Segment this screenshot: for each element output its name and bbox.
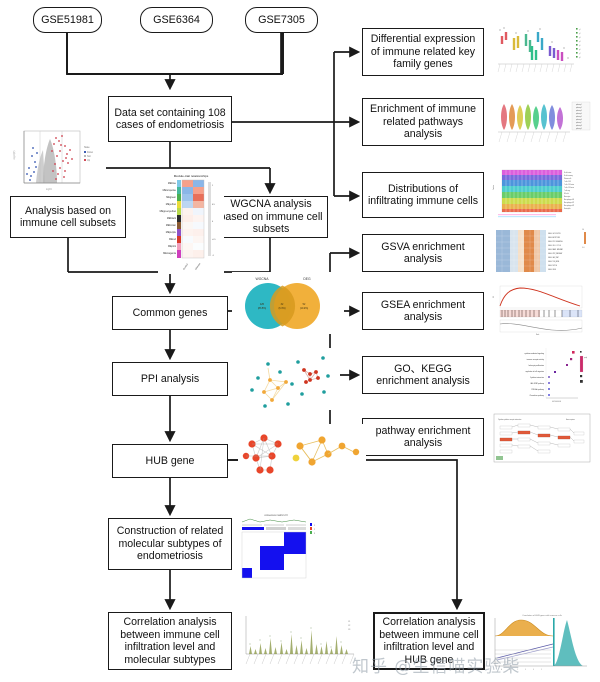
svg-text:MEgreen: MEgreen xyxy=(166,196,176,199)
svg-text:C2: C2 xyxy=(348,625,350,627)
svg-text:Correlation of HUB gene with i: Correlation of HUB gene with immune cell… xyxy=(522,614,562,617)
svg-text:consensus matrix k=3: consensus matrix k=3 xyxy=(264,514,288,517)
node-correlation-hub-gene[interactable]: Correlation analysis between immune cell… xyxy=(373,612,485,670)
svg-text:C1: C1 xyxy=(348,621,350,623)
svg-text:logFC: logFC xyxy=(46,189,52,191)
svg-text:KEGG_GLYCOLYSIS: KEGG_GLYCOLYSIS xyxy=(548,233,561,235)
svg-text:F: F xyxy=(541,669,542,671)
node-common-genes[interactable]: Common genes xyxy=(112,296,228,330)
svg-text:MEgreenyellow: MEgreenyellow xyxy=(160,210,177,213)
svg-text:g7: g7 xyxy=(579,53,581,55)
svg-text:KEGG_NOTCH: KEGG_NOTCH xyxy=(548,265,557,267)
node-analysis-go-kegg[interactable]: GO、KEGG enrichment analysis xyxy=(362,356,484,394)
node-analysis-enrichment-pathways[interactable]: Enrichment of immune related pathways an… xyxy=(362,98,484,146)
svg-text:Down: Down xyxy=(87,151,94,154)
svg-text:B cells naive: B cells naive xyxy=(564,172,572,174)
svg-text:1.0: 1.0 xyxy=(582,229,584,231)
svg-text:Module-trait relationships: Module-trait relationships xyxy=(174,174,209,178)
svg-text:Macrophages M2: Macrophages M2 xyxy=(564,205,574,207)
svg-text:0.02 0.04 0.06: 0.02 0.04 0.06 xyxy=(552,401,561,403)
node-analysis-pathway[interactable]: pathway enrichment analysis xyxy=(362,418,484,456)
svg-text:Homo sapiens: Homo sapiens xyxy=(566,419,575,421)
svg-text:(6.3%): (6.3%) xyxy=(278,307,285,310)
dataset-node-gse51981[interactable]: GSE51981 xyxy=(33,7,102,33)
gsea-thumb: ES Rank xyxy=(492,284,592,336)
svg-text:Macrophages M0: Macrophages M0 xyxy=(564,199,574,201)
node-analysis-dge-family[interactable]: Differential expression of immune relate… xyxy=(362,28,484,76)
svg-text:B cells memory: B cells memory xyxy=(564,175,573,177)
svg-text:MEturquoise: MEturquoise xyxy=(163,189,177,192)
svg-text:(83.5%): (83.5%) xyxy=(258,307,267,310)
stackbar-thumb: B cells naive B cells memory Plasma cells… xyxy=(492,164,592,222)
svg-text:g4: g4 xyxy=(579,41,581,43)
heatmap-thumb: KEGG_GLYCOLYSIS KEGG_APOPTOSIS KEGG_P53_S… xyxy=(492,226,592,276)
node-hub-gene[interactable]: HUB gene xyxy=(112,444,228,478)
svg-text:MEmagenta: MEmagenta xyxy=(163,252,177,255)
svg-text:B: B xyxy=(509,669,510,671)
svg-text:KEGG_VEGF: KEGG_VEGF xyxy=(548,269,556,271)
svg-text:E: E xyxy=(533,669,534,671)
svg-text:State: State xyxy=(84,146,90,149)
svg-text:-log10(P): -log10(P) xyxy=(14,150,16,160)
node-molecular-subtypes[interactable]: Construction of related molecular subtyp… xyxy=(108,518,232,570)
venn-left-label: WGCNA xyxy=(256,277,270,281)
correlation-density-thumb: Correlation of HUB gene with immune cell… xyxy=(487,610,597,672)
node-correlation-subtypes[interactable]: Correlation analysis between immune cell… xyxy=(108,612,232,670)
svg-text:MEred: MEred xyxy=(169,238,177,241)
venn-diagram-thumb: WGCNA DEG 425 (83.5%) 32 (6.3%) 52 (10.2%) xyxy=(232,272,344,334)
svg-text:-1.0: -1.0 xyxy=(582,247,585,249)
svg-text:425: 425 xyxy=(260,303,265,306)
volcano-plot-thumb: logFC -log10(P) State Down Not Up xyxy=(10,126,106,196)
svg-text:Macrophages M1: Macrophages M1 xyxy=(564,202,574,204)
svg-text:MEyellow: MEyellow xyxy=(166,203,177,206)
node-analysis-gsva[interactable]: GSVA enrichment analysis xyxy=(362,234,484,272)
node-dataset-box[interactable]: Data set containing 108 cases of endomet… xyxy=(108,96,232,142)
svg-text:Not: Not xyxy=(87,155,91,158)
svg-text:g8: g8 xyxy=(579,57,581,59)
svg-text:T cells CD4 mem: T cells CD4 mem xyxy=(564,187,574,189)
flowchart-canvas: GSE51981 GSE6364 GSE7305 Data set contai… xyxy=(0,0,600,682)
svg-text:g6: g6 xyxy=(579,49,581,51)
venn-right-label: DEG xyxy=(303,277,311,281)
dataset-node-gse6364[interactable]: GSE6364 xyxy=(140,7,213,33)
node-immune-subset-analysis[interactable]: Analysis based on immune cell subsets xyxy=(10,196,126,238)
svg-text:NK cells: NK cells xyxy=(564,193,569,195)
node-ppi-analysis[interactable]: PPI analysis xyxy=(112,362,228,396)
immune-boxplot-thumb: C1 C2 C3 xyxy=(236,612,360,670)
svg-text:MEpurple: MEpurple xyxy=(166,231,177,234)
svg-text:C3: C3 xyxy=(348,629,350,631)
module-trait-heatmap-thumb: Module-trait relationships MEblue MEturqu… xyxy=(158,170,224,274)
svg-text:T cells CD4 naive: T cells CD4 naive xyxy=(564,184,574,186)
violin-thumb: pathway 1 pathway 2 pathway 3 pathway 4 pa… xyxy=(492,96,592,150)
dataset-node-gse7305[interactable]: GSE7305 xyxy=(245,7,318,33)
ppi-network-thumb xyxy=(240,348,340,410)
node-analysis-immune-distribution[interactable]: Distributions of infiltrating immune cel… xyxy=(362,172,484,218)
svg-text:Rank: Rank xyxy=(536,334,540,336)
pathwaymap-thumb: Cytokine-cytokine receptor interaction H… xyxy=(492,412,592,464)
boxplot-thumb: g1 g2 g3 g4 g5 g6 g7 g8 xyxy=(492,20,592,78)
dotplot-thumb: cytokine-mediated signaling immune recep… xyxy=(492,346,592,404)
hub-network-thumb xyxy=(238,424,366,482)
svg-text:g1: g1 xyxy=(579,29,581,31)
svg-text:(10.2%): (10.2%) xyxy=(300,307,309,310)
svg-text:MEbrown: MEbrown xyxy=(166,224,177,227)
svg-text:ES: ES xyxy=(493,296,495,298)
svg-text:g3: g3 xyxy=(579,37,581,39)
svg-text:Plasma cells: Plasma cells xyxy=(564,178,572,180)
consensus-matrix-thumb: consensus matrix k=3 123 xyxy=(236,508,334,580)
svg-text:MEblack: MEblack xyxy=(167,217,177,220)
svg-text:MEpink: MEpink xyxy=(168,245,177,248)
svg-text:T cells CD8: T cells CD8 xyxy=(564,181,571,183)
svg-text:T cells reg: T cells reg xyxy=(564,190,570,192)
svg-text:g5: g5 xyxy=(579,45,581,47)
svg-text:KEGG_CELL_CYCLE: KEGG_CELL_CYCLE xyxy=(548,245,561,247)
svg-text:g2: g2 xyxy=(579,33,581,35)
node-analysis-gsea[interactable]: GSEA enrichment analysis xyxy=(362,292,484,330)
svg-text:MEblue: MEblue xyxy=(168,182,177,185)
node-wgcna-analysis[interactable]: WGCNA analysis based on immune cell subs… xyxy=(214,196,328,238)
